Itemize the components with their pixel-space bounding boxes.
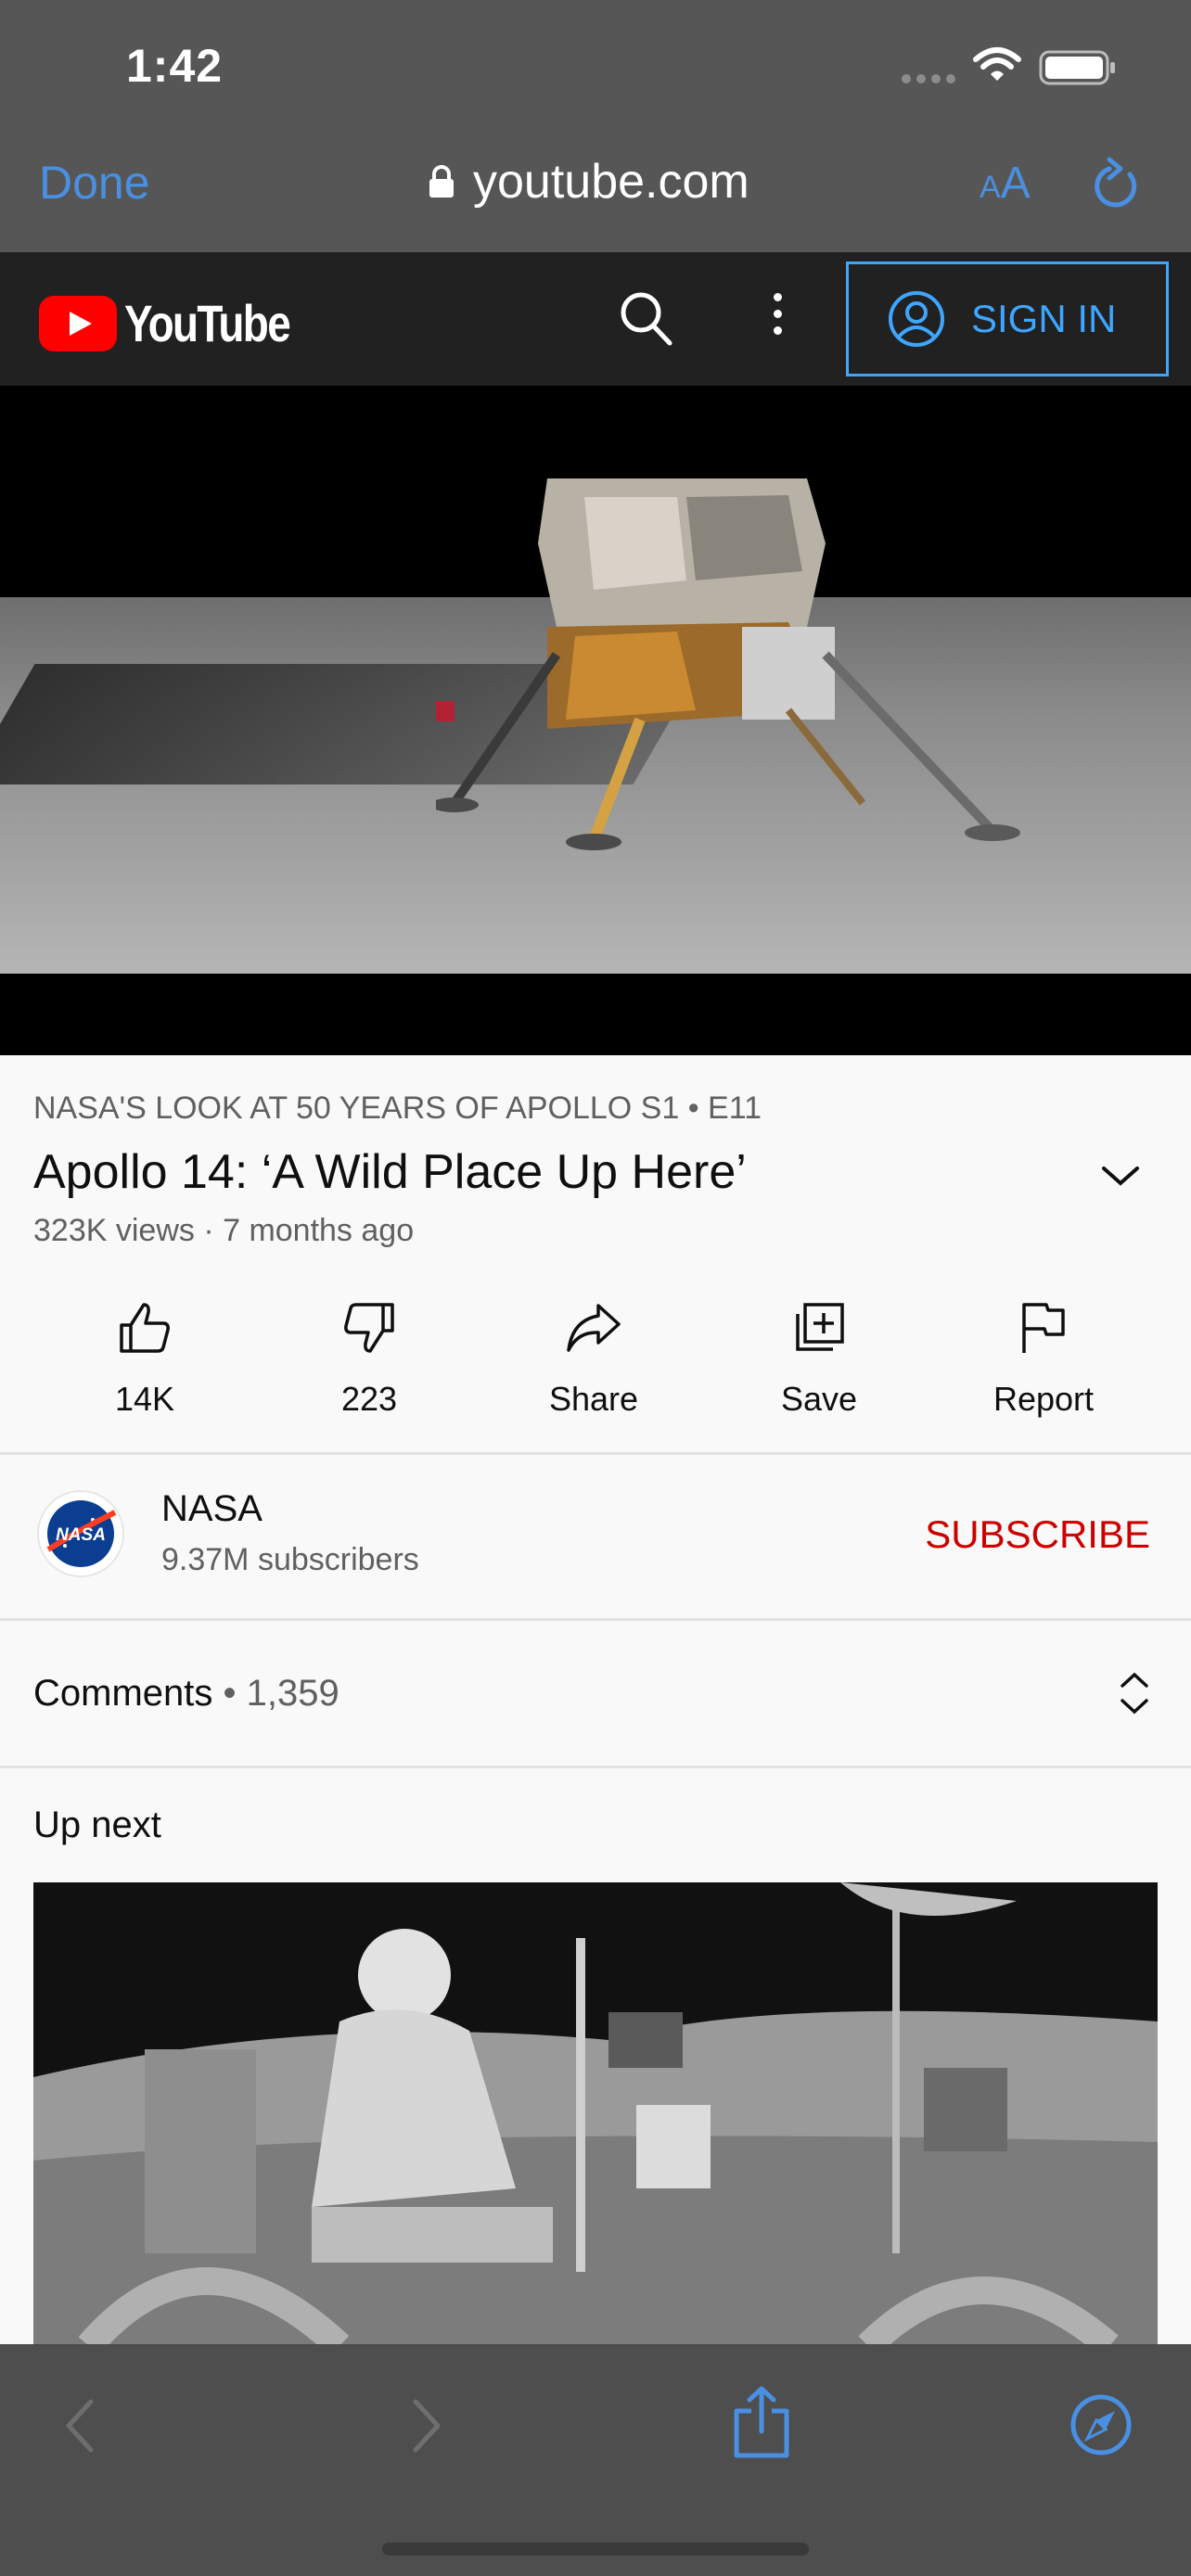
url-text: youtube.com [473, 155, 749, 209]
compass-icon[interactable] [1069, 2392, 1133, 2457]
safari-bottom-toolbar [0, 2344, 1191, 2576]
channel-name[interactable]: NASA [161, 1488, 263, 1530]
thumbs-down-icon [344, 1303, 394, 1353]
channel-row[interactable]: NASA NASA 9.37M subscribers SUBSCRIBE [0, 1455, 1191, 1618]
video-player[interactable] [0, 386, 1191, 1055]
reload-icon[interactable] [1093, 156, 1141, 211]
share-sheet-icon[interactable] [731, 2385, 792, 2459]
home-indicator [382, 2543, 809, 2556]
svg-text:NASA: NASA [56, 1525, 106, 1545]
report-button[interactable]: Report [951, 1294, 1136, 1419]
lunar-rover-image [33, 1882, 1158, 2346]
safari-top-bar: 1:42 Done youtube.com AA [0, 0, 1191, 252]
flag-icon [1022, 1303, 1065, 1353]
sign-in-label: SIGN IN [971, 297, 1117, 340]
share-button[interactable]: Share [501, 1294, 686, 1419]
battery-icon [1039, 50, 1115, 85]
cellular-signal-icon [902, 74, 955, 83]
up-next-thumbnail[interactable] [33, 1882, 1158, 2346]
divider [0, 1766, 1191, 1768]
account-icon [889, 291, 944, 347]
subscribe-button[interactable]: SUBSCRIBE [925, 1512, 1150, 1557]
comments-label: Comments • 1,359 [33, 1673, 339, 1714]
search-icon[interactable] [618, 289, 673, 349]
like-button[interactable]: 14K [52, 1294, 237, 1419]
video-meta: 323K views · 7 months ago [33, 1213, 415, 1248]
nasa-logo-icon: NASA [46, 1500, 117, 1567]
done-button[interactable]: Done [39, 156, 150, 210]
video-title: Apollo 14: ‘A Wild Place Up Here’ [33, 1145, 747, 1199]
comments-count: • 1,359 [212, 1673, 339, 1714]
text-size-button[interactable]: AA [980, 158, 1031, 209]
back-icon[interactable] [61, 2398, 98, 2454]
video-info: NASA'S LOOK AT 50 YEARS OF APOLLO S1 • E… [0, 1055, 1191, 1452]
save-button[interactable]: Save [726, 1294, 912, 1419]
lock-icon [429, 165, 454, 198]
youtube-wordmark: YouTube [124, 294, 291, 352]
avatar[interactable]: NASA [37, 1490, 124, 1577]
expand-collapse-icon[interactable] [1119, 1671, 1150, 1715]
youtube-play-icon [39, 295, 117, 351]
thumbs-up-icon [120, 1303, 170, 1353]
status-time: 1:42 [126, 40, 224, 92]
forward-icon[interactable] [408, 2398, 445, 2454]
series-label[interactable]: NASA'S LOOK AT 50 YEARS OF APOLLO S1 • E… [33, 1090, 762, 1127]
comments-section[interactable]: Comments • 1,359 [0, 1621, 1191, 1766]
dislike-button[interactable]: 223 [276, 1294, 462, 1419]
subscriber-count: 9.37M subscribers [161, 1542, 419, 1577]
chevron-down-icon[interactable] [1100, 1163, 1141, 1189]
wifi-icon [973, 47, 1021, 81]
sign-in-button[interactable]: SIGN IN [846, 261, 1169, 376]
youtube-logo[interactable]: YouTube [39, 293, 326, 353]
save-icon [796, 1303, 844, 1351]
up-next-label: Up next [33, 1804, 161, 1845]
address-bar[interactable]: youtube.com [429, 154, 749, 210]
youtube-header: YouTube SIGN IN [0, 252, 1191, 386]
action-bar: 14K 223 Share Save Report [0, 1294, 1191, 1434]
share-icon [567, 1304, 621, 1352]
more-options-icon[interactable] [766, 293, 788, 345]
lunar-module-image [436, 478, 1020, 850]
